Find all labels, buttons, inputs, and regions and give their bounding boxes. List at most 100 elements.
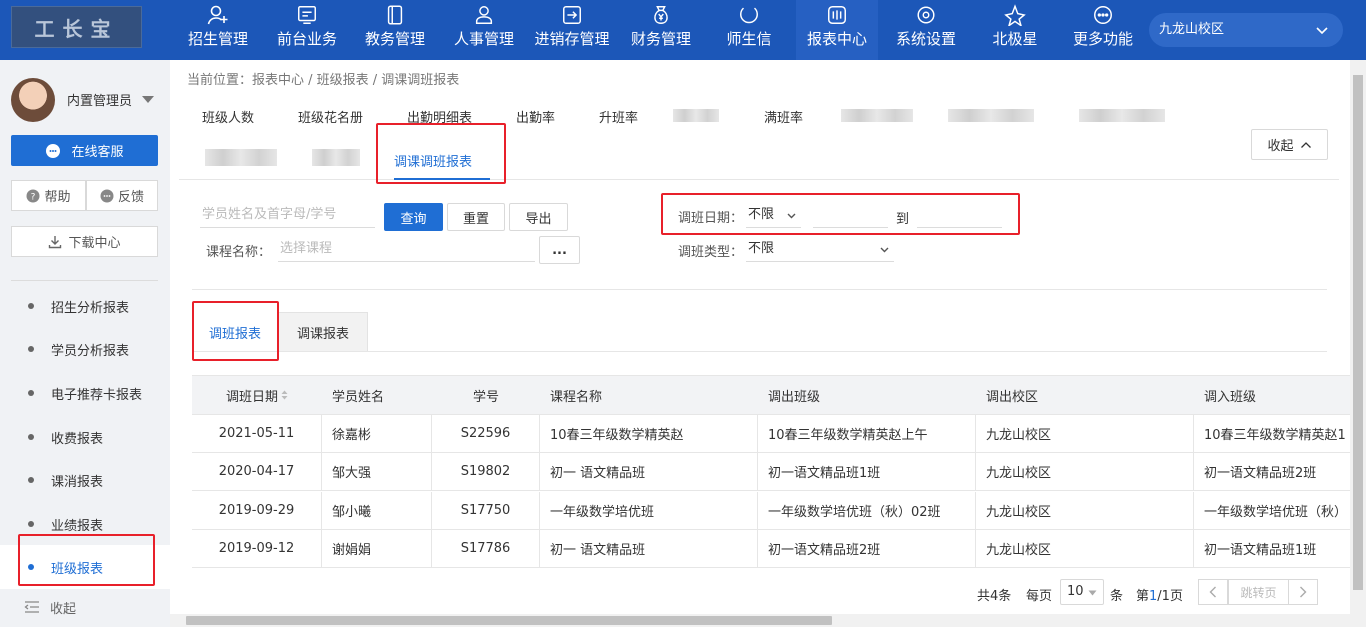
nav-more-features[interactable]: 更多功能 [1064,0,1142,60]
column-header-in-class: 调入班级 [1204,389,1257,405]
cell-out-class: 一年级数学培优班（秋）02班 [758,492,976,529]
subtab-class-transfer[interactable]: 调班报表 [194,312,276,352]
table-row[interactable]: 2020-04-17 邹大强 S19802 初一 语文精品班 初一语文精品班1班… [192,453,1352,491]
comment-icon [100,189,114,202]
cell-out-class: 初一语文精品班1班 [758,453,976,490]
query-button[interactable]: 查询 [384,203,443,231]
sidebar-item-fees[interactable]: 收费报表 [0,415,170,459]
nav-system-settings[interactable]: 系统设置 [888,0,964,60]
sidebar-item-performance[interactable]: 业绩报表 [0,502,170,546]
sidebar-collapse-button[interactable]: 收起 [0,587,170,627]
nav-messages[interactable]: 师生信 [711,0,787,60]
left-sidebar: 内置管理员 在线客服 ? 帮助 反馈 下载中心 招生分析报表 学员分析报表 电子… [0,60,170,627]
tab-blurred[interactable] [948,109,1034,122]
tab-full-class-rate[interactable]: 满班率 [764,107,803,126]
table-row[interactable]: 2021-05-11 徐嘉彬 S22596 10春三年级数学精英赵 10春三年级… [192,415,1352,453]
cell-out-campus: 九龙山校区 [976,492,1194,529]
cell-name: 邹大强 [322,453,432,490]
cell-name: 邹小曦 [322,492,432,529]
sidebar-item-label: 业绩报表 [51,518,104,534]
page-suffix: /1页 [1157,589,1183,604]
column-header-date[interactable]: 调班日期 [192,376,322,414]
course-picker-button[interactable]: ... [539,236,580,264]
tab-promotion-rate[interactable]: 升班率 [599,107,638,126]
app-logo[interactable]: 工长宝 [11,6,142,48]
cell-date: 2019-09-12 [192,530,322,567]
table-row[interactable]: 2019-09-29 邹小曦 S17750 一年级数学培优班 一年级数学培优班（… [192,492,1352,530]
tab-blurred[interactable] [673,109,719,122]
sort-icon[interactable] [281,390,288,400]
report-tabs: 班级人数 班级花名册 出勤明细表 出勤率 升班率 满班率 调课调班报表 收起 [179,90,1339,180]
nav-academic[interactable]: 教务管理 [357,0,433,60]
sidebar-item-class-report[interactable]: 班级报表 [0,545,170,589]
sidebar-item-lesson-consumption[interactable]: 课消报表 [0,458,170,502]
course-select-input[interactable]: 选择课程 [278,236,535,262]
tab-class-count[interactable]: 班级人数 [202,107,254,126]
tab-class-roster[interactable]: 班级花名册 [298,107,363,126]
jump-page-input[interactable]: 跳转页 [1228,579,1289,605]
nav-label: 进销存管理 [534,30,610,48]
svg-text:?: ? [31,192,36,202]
nav-front-desk[interactable]: 前台业务 [269,0,345,60]
nav-polaris[interactable]: 北极星 [983,0,1047,60]
username[interactable]: 内置管理员 [67,90,132,109]
course-label: 课程名称： [206,245,272,260]
tab-attendance-detail[interactable]: 出勤明细表 [407,107,472,126]
cell-in-class: 初一语文精品班1班 [1204,543,1317,558]
column-header-id: 学号 [472,389,499,405]
monitor-icon [294,2,320,28]
export-button[interactable]: 导出 [509,203,568,231]
cell-date: 2019-09-29 [192,492,322,529]
cell-course: 10春三年级数学精英赵 [540,415,758,452]
subtab-lesson-transfer[interactable]: 调课报表 [278,312,368,352]
nav-label: 更多功能 [1072,30,1133,48]
nav-label: 报表中心 [806,30,867,48]
sidebar-item-student-analysis[interactable]: 学员分析报表 [0,327,170,371]
reset-button[interactable]: 重置 [447,203,505,231]
page-size-select[interactable]: 10 [1060,579,1104,605]
download-center-button[interactable]: 下载中心 [11,226,158,257]
tab-blurred[interactable] [312,149,360,166]
help-button[interactable]: ? 帮助 [11,180,86,211]
sidebar-item-enrollment-analysis[interactable]: 招生分析报表 [0,284,170,328]
campus-value: 九龙山校区 [1159,22,1225,37]
collapse-tabs-button[interactable]: 收起 [1251,129,1328,160]
cell-out-campus: 九龙山校区 [976,530,1194,567]
table-row[interactable]: 2019-09-12 谢娟娟 S17786 初一 语文精品班 初一语文精品班2班… [192,530,1352,568]
date-range-select[interactable]: 不限 [746,202,801,228]
feedback-button[interactable]: 反馈 [86,180,158,211]
tab-reschedule-report[interactable]: 调课调班报表 [394,151,472,170]
cell-course: 初一 语文精品班 [540,453,758,490]
cell-course: 一年级数学培优班 [540,492,758,529]
feedback-label: 反馈 [117,190,144,205]
column-header-out-campus: 调出校区 [986,389,1039,405]
tab-blurred[interactable] [1079,109,1165,122]
gear-icon [913,2,939,28]
nav-report-center[interactable]: 报表中心 [796,0,878,60]
nav-hr[interactable]: 人事管理 [446,0,522,60]
date-start-input[interactable] [813,202,888,228]
sidebar-item-e-referral[interactable]: 电子推荐卡报表 [0,371,170,415]
nav-inventory[interactable]: 进销存管理 [527,0,617,60]
date-end-input[interactable] [917,202,1002,228]
online-service-button[interactable]: 在线客服 [11,135,158,166]
nav-enrollment[interactable]: 招生管理 [180,0,256,60]
cell-in-class: 初一语文精品班2班 [1204,466,1317,481]
student-search-input[interactable]: 学员姓名及首字母/学号 [200,202,375,228]
caret-down-icon[interactable] [142,96,154,103]
tab-attendance-rate[interactable]: 出勤率 [516,107,555,126]
sidebar-item-label: 学员分析报表 [51,343,130,359]
cell-course: 初一 语文精品班 [540,530,758,567]
date-to-label: 到 [896,212,910,227]
vertical-scrollbar-thumb[interactable] [1353,75,1363,590]
avatar[interactable] [11,78,55,122]
transfer-type-select[interactable]: 不限 [746,236,894,262]
campus-select[interactable]: 九龙山校区 [1149,13,1343,47]
nav-finance[interactable]: 财务管理 [623,0,699,60]
tab-blurred[interactable] [841,109,913,122]
prev-page-button[interactable] [1198,579,1228,605]
next-page-button[interactable] [1288,579,1318,605]
chevron-down-icon [787,213,796,219]
horizontal-scrollbar-thumb[interactable] [186,616,832,625]
tab-blurred[interactable] [205,149,277,166]
